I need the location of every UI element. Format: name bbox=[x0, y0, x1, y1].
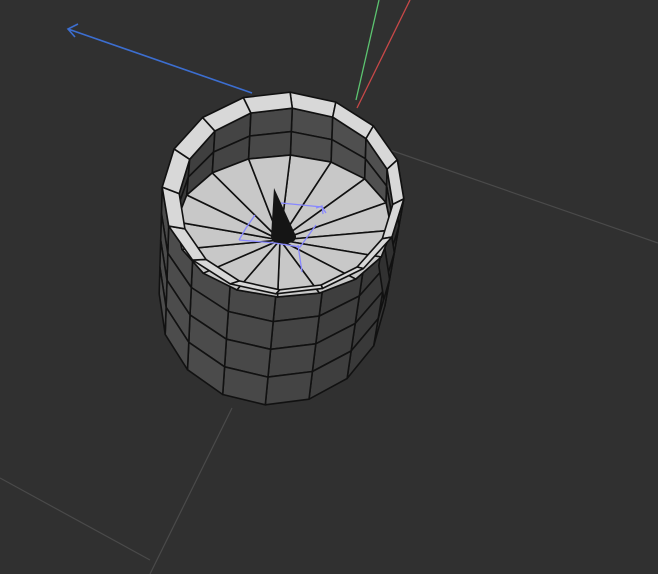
x-axis-line bbox=[356, 0, 411, 109]
world-axes bbox=[66, 0, 411, 109]
side-face bbox=[264, 370, 314, 406]
grid-line bbox=[0, 477, 151, 561]
viewport-canvas[interactable] bbox=[0, 0, 658, 574]
grid-line bbox=[389, 149, 658, 244]
z-axis-line bbox=[67, 28, 253, 94]
3d-viewport[interactable] bbox=[0, 0, 658, 574]
y-axis-line bbox=[355, 0, 380, 101]
grid-line bbox=[149, 407, 233, 574]
cylinder-mesh[interactable] bbox=[158, 91, 405, 406]
